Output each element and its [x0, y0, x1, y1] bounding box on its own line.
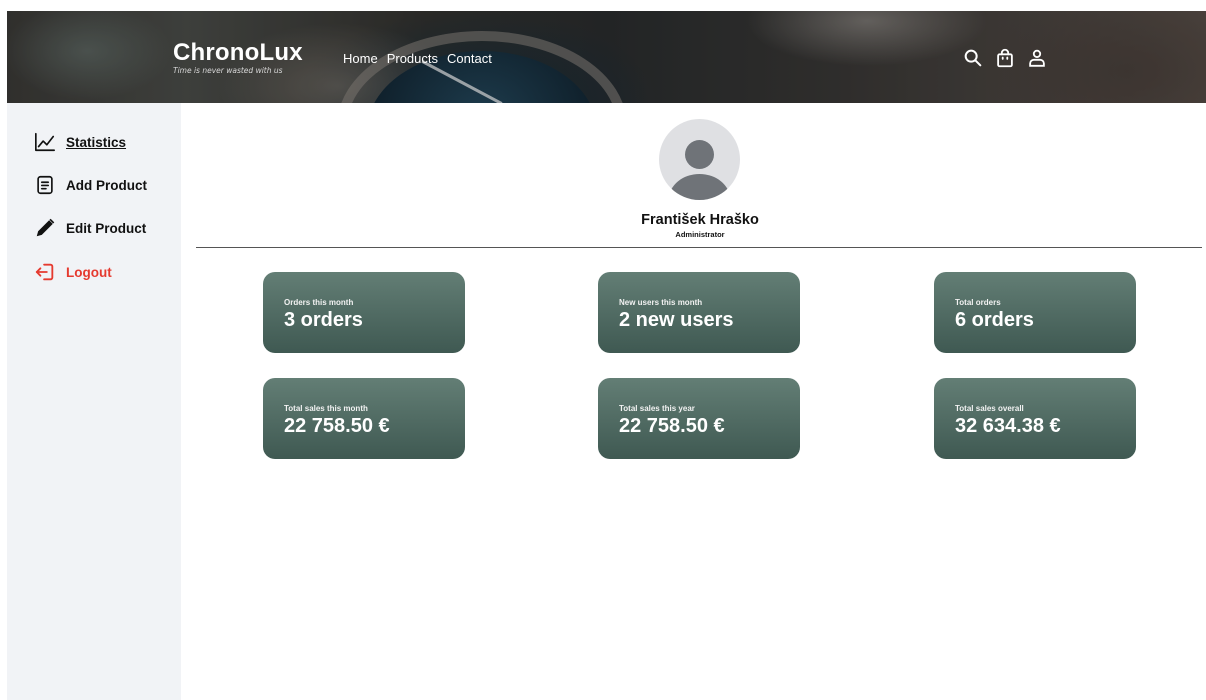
- brand-logo[interactable]: ChronoLux Time is never wasted with us: [173, 40, 303, 76]
- stat-label: New users this month: [619, 298, 703, 307]
- chart-line-icon: [35, 132, 55, 152]
- header-actions: [962, 47, 1048, 69]
- main-nav: Home Products Contact: [343, 51, 492, 66]
- sidebar-item-label: Statistics: [66, 134, 127, 150]
- stat-label: Total sales this year: [619, 404, 695, 413]
- stat-card-sales-overall: Total sales overall 32 634.38 €: [934, 378, 1136, 459]
- nav-contact[interactable]: Contact: [447, 51, 492, 66]
- stat-label: Orders this month: [284, 298, 354, 307]
- stat-card-orders-month: Orders this month 3 orders: [263, 272, 465, 353]
- sidebar-item-label: Logout: [66, 264, 112, 280]
- sidebar-item-label: Edit Product: [66, 220, 147, 236]
- stat-card-sales-year: Total sales this year 22 758.50 €: [598, 378, 800, 459]
- sidebar-item-logout[interactable]: Logout: [34, 261, 112, 283]
- sidebar-item-edit-product[interactable]: Edit Product: [34, 217, 146, 239]
- stat-value: 22 758.50 €: [619, 415, 725, 437]
- profile-role: Administrator: [675, 230, 725, 239]
- brand-name: ChronoLux: [173, 39, 303, 66]
- header-banner: ChronoLux Time is never wasted with us H…: [7, 11, 1206, 103]
- sidebar-item-add-product[interactable]: Add Product: [34, 174, 147, 196]
- stat-label: Total sales overall: [955, 404, 1024, 413]
- logout-icon: [35, 263, 54, 281]
- admin-dashboard: ChronoLux Time is never wasted with us H…: [0, 0, 1206, 700]
- stat-label: Total sales this month: [284, 404, 368, 413]
- avatar-body: [669, 174, 730, 200]
- pencil-icon: [36, 218, 55, 237]
- nav-home[interactable]: Home: [343, 51, 378, 66]
- stat-label: Total orders: [955, 298, 1001, 307]
- stat-value: 6 orders: [955, 309, 1034, 331]
- stat-value: 2 new users: [619, 309, 734, 331]
- document-icon: [37, 175, 53, 195]
- nav-products[interactable]: Products: [387, 51, 438, 66]
- stat-value: 32 634.38 €: [955, 415, 1061, 437]
- brand-tagline: Time is never wasted with us: [173, 66, 283, 75]
- search-icon[interactable]: [962, 47, 984, 69]
- divider: [196, 247, 1202, 248]
- sidebar: Statistics Add Product Edit Product Logo…: [7, 103, 181, 700]
- stat-value: 3 orders: [284, 309, 363, 331]
- avatar-head: [685, 140, 714, 169]
- sidebar-item-label: Add Product: [66, 177, 147, 193]
- shopping-bag-icon[interactable]: [994, 47, 1016, 69]
- stat-card-sales-month: Total sales this month 22 758.50 €: [263, 378, 465, 459]
- stat-value: 22 758.50 €: [284, 415, 390, 437]
- user-icon[interactable]: [1026, 47, 1048, 69]
- profile-name: František Hraško: [641, 212, 759, 228]
- stat-card-total-orders: Total orders 6 orders: [934, 272, 1136, 353]
- sidebar-item-statistics[interactable]: Statistics: [34, 131, 126, 153]
- avatar: [659, 119, 740, 200]
- stat-card-new-users-month: New users this month 2 new users: [598, 272, 800, 353]
